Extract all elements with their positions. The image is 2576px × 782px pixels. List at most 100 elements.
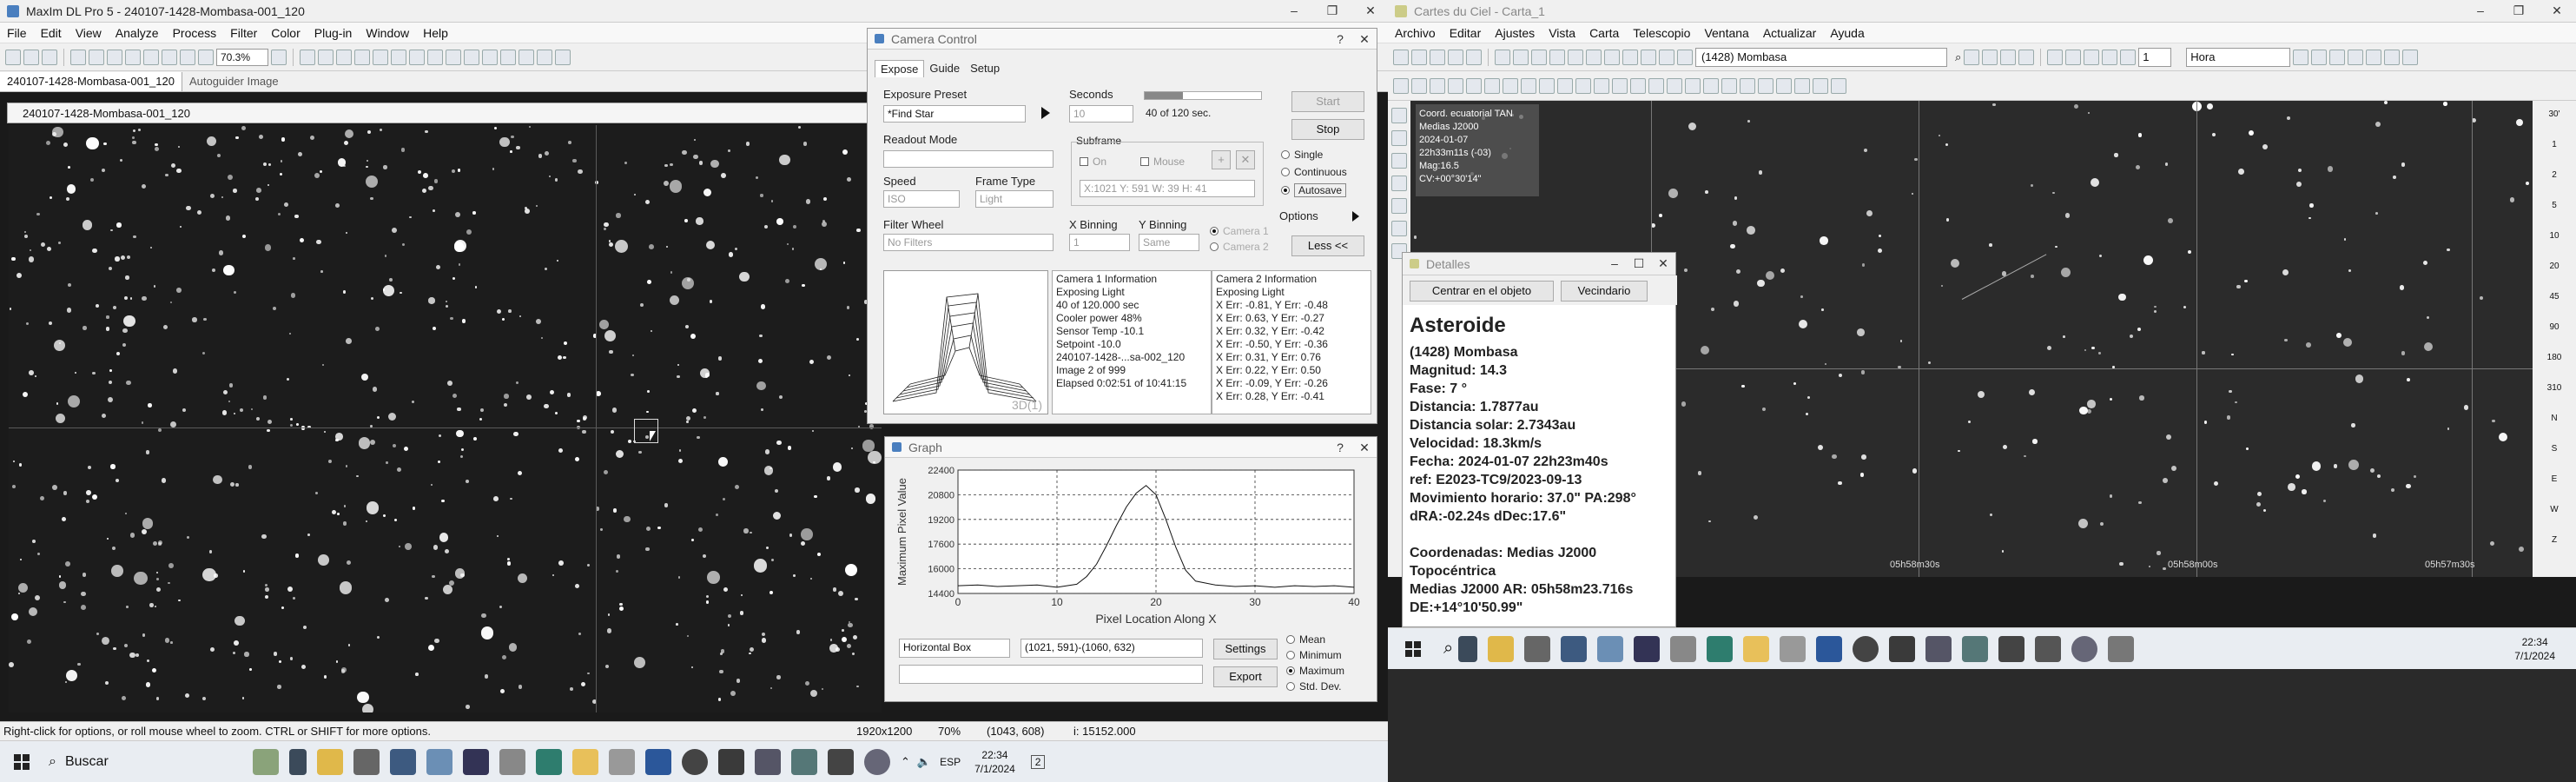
speed-select[interactable]: ISO [883, 190, 960, 208]
widgets-icon[interactable] [252, 748, 279, 775]
mean-radio[interactable]: Mean [1286, 633, 1325, 646]
tab-guide[interactable]: Guide [924, 60, 965, 77]
maxim-menu-item[interactable]: Window [366, 26, 409, 40]
south-icon[interactable] [1391, 176, 1407, 191]
next-icon[interactable] [2102, 49, 2118, 65]
north-icon[interactable] [1391, 153, 1407, 169]
measure-icon[interactable] [1813, 77, 1828, 94]
subframe-on-checkbox[interactable]: On [1080, 156, 1106, 168]
doc-tab-autoguider[interactable]: Autoguider Image [182, 75, 286, 88]
photos-icon[interactable] [1962, 635, 1989, 662]
ocular-icon[interactable] [1794, 77, 1810, 94]
explorer-icon[interactable] [1488, 635, 1515, 662]
chart-icon[interactable] [2018, 49, 2035, 65]
close-icon[interactable]: ✕ [1352, 437, 1377, 457]
maxim-menu-item[interactable]: Color [271, 26, 300, 40]
fov-scale-item[interactable]: 20 [2533, 262, 2576, 292]
notification-badge[interactable]: 2 [1030, 754, 1046, 769]
subframe-mouse-checkbox[interactable]: Mouse [1140, 156, 1185, 168]
minimize-icon[interactable]: – [1602, 253, 1627, 275]
cdc-menu-item[interactable]: Ventana [1704, 26, 1748, 40]
maxim-menu-item[interactable]: Filter [230, 26, 257, 40]
photos-icon[interactable] [790, 748, 817, 775]
folder-icon[interactable] [1743, 635, 1770, 662]
image-canvas[interactable] [9, 125, 882, 712]
cdc-menu-item[interactable]: Actualizar [1763, 26, 1816, 40]
maxim-icon[interactable] [1634, 635, 1661, 662]
options-button[interactable]: Options [1279, 209, 1318, 222]
screen-stretch-icon[interactable] [125, 49, 141, 65]
zoom-icon[interactable] [1703, 77, 1719, 94]
boundaries-icon[interactable] [1503, 77, 1518, 94]
zoom-in-icon[interactable] [1391, 108, 1407, 123]
redo-icon[interactable] [1604, 49, 1620, 65]
cdc-menu-item[interactable]: Archivo [1395, 26, 1436, 40]
close-icon[interactable]: ✕ [1351, 0, 1390, 22]
close-icon[interactable]: ✕ [1651, 253, 1675, 275]
word-icon[interactable] [644, 748, 671, 775]
redo-icon[interactable] [89, 49, 104, 65]
stop-button[interactable]: Stop [1291, 119, 1364, 140]
telescope-app-icon[interactable] [499, 748, 525, 775]
cdc-menu-item[interactable]: Ajustes [1495, 26, 1535, 40]
maximize-icon[interactable]: ☐ [1627, 253, 1651, 275]
galaxy-icon[interactable] [1430, 77, 1445, 94]
new-chart-icon[interactable] [1393, 49, 1409, 65]
minimize-icon[interactable]: – [1275, 0, 1313, 22]
fov-scale-item[interactable]: 1 [2533, 140, 2576, 170]
color-icon[interactable] [500, 49, 516, 65]
settings-button[interactable]: Settings [1213, 639, 1278, 659]
camera2-radio[interactable]: Camera 2 [1210, 241, 1269, 253]
layers-icon[interactable] [1641, 49, 1656, 65]
maxim-menu-item[interactable]: Plug-in [314, 26, 353, 40]
export-button[interactable]: Export [1213, 666, 1278, 687]
maxim-menu-item[interactable]: Process [173, 26, 217, 40]
help-icon[interactable]: ? [1328, 437, 1352, 457]
lines-icon[interactable] [1484, 77, 1500, 94]
step-input[interactable]: 1 [2138, 47, 2172, 67]
star-icon[interactable] [1393, 77, 1409, 94]
windows-start-icon[interactable] [1405, 640, 1421, 657]
scale-icon[interactable] [1612, 77, 1628, 94]
close-icon[interactable]: ✕ [1352, 29, 1377, 49]
less-button[interactable]: Less << [1291, 235, 1364, 256]
publisher-icon[interactable] [535, 748, 562, 775]
rotate-icon[interactable] [1740, 77, 1755, 94]
search-icon[interactable]: ⌕ [1443, 639, 1453, 659]
browser-icon[interactable] [2071, 635, 2098, 662]
tab-expose[interactable]: Expose [875, 60, 925, 77]
location-icon[interactable] [1513, 49, 1529, 65]
autosave-radio[interactable]: Autosave [1281, 183, 1347, 197]
close-icon[interactable]: ✕ [2538, 0, 2576, 22]
fov-scale-item[interactable]: S [2533, 444, 2576, 474]
fov-scale-item[interactable]: 5 [2533, 201, 2576, 231]
pin-icon[interactable] [1466, 49, 1482, 65]
undo-icon[interactable] [70, 49, 86, 65]
help-icon[interactable]: ? [1328, 29, 1352, 49]
maxim-icon[interactable] [462, 748, 489, 775]
windows-start-icon[interactable] [14, 753, 30, 770]
maxim-menu-item[interactable]: View [76, 26, 102, 40]
zoom-select[interactable]: 70.3% [216, 48, 268, 66]
graph-mode-select[interactable]: Horizontal Box [899, 639, 1010, 658]
calculator-icon[interactable] [1524, 635, 1551, 662]
print-icon[interactable] [1448, 49, 1463, 65]
milkyway-icon[interactable] [1466, 77, 1482, 94]
tray-chevron-icon[interactable]: ⌃ [901, 755, 910, 769]
window-icon[interactable] [1659, 49, 1674, 65]
align-icon[interactable] [464, 49, 479, 65]
fov-scale-item[interactable]: 180 [2533, 353, 2576, 383]
neighborhood-button[interactable]: Vecindario [1561, 281, 1648, 302]
center-object-button[interactable]: Centrar en el objeto [1410, 281, 1554, 302]
dso-icon[interactable] [1557, 77, 1573, 94]
nebula-icon[interactable] [1411, 77, 1427, 94]
copy-icon[interactable] [1622, 49, 1638, 65]
new-icon[interactable] [5, 49, 21, 65]
continuous-radio[interactable]: Continuous [1281, 166, 1347, 178]
image-app-icon[interactable] [717, 748, 744, 775]
help-icon[interactable] [271, 49, 287, 65]
maxim-menu-item[interactable]: Analyze [116, 26, 159, 40]
cdc-menu-item[interactable]: Ayuda [1830, 26, 1864, 40]
step-forward-icon[interactable] [2120, 49, 2137, 65]
xbin-select[interactable]: 1 [1069, 234, 1130, 251]
